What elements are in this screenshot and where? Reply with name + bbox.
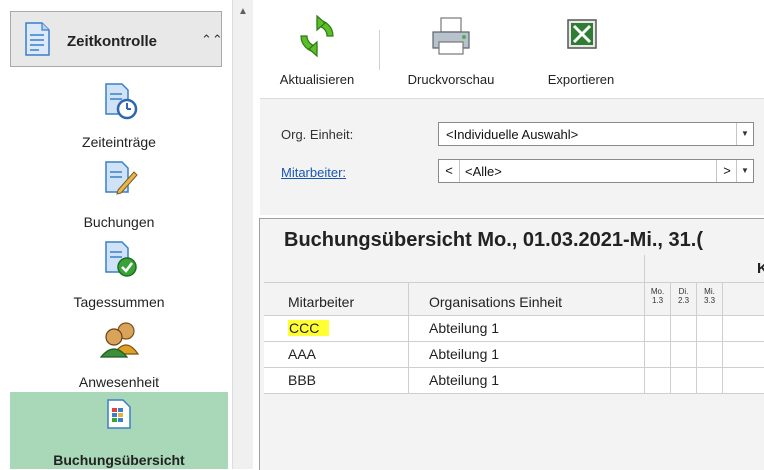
export-label: Exportieren — [547, 72, 615, 87]
document-clock-icon — [104, 82, 138, 125]
booking-overview-grid: Buchungsübersicht Mo., 01.03.2021-Mi., 3… — [259, 218, 764, 470]
highlighted-employee-name: CCC — [288, 320, 330, 336]
prev-employee-button[interactable]: < — [439, 160, 460, 182]
sidebar-item-label: Buchungen — [83, 214, 155, 230]
day-date: 3.3 — [703, 296, 716, 305]
table-day-cell[interactable] — [645, 316, 671, 342]
table-day-cell[interactable] — [645, 342, 671, 368]
column-header-day[interactable]: Mi. 3.3 — [697, 283, 723, 316]
table-day-cell[interactable] — [723, 316, 764, 342]
table-day-cell[interactable] — [697, 342, 723, 368]
export-button[interactable]: Exportieren — [531, 14, 631, 87]
dropdown-arrow-icon[interactable]: ▼ — [736, 160, 753, 182]
day-name: Di. — [678, 287, 689, 296]
refresh-button[interactable]: Aktualisieren — [267, 14, 367, 87]
users-icon — [99, 320, 140, 363]
sidebar-item-label: Anwesenheit — [78, 374, 160, 390]
table-row-org-cell[interactable]: Abteilung 1 — [409, 342, 645, 368]
print-preview-label: Druckvorschau — [407, 72, 495, 87]
sidebar-item-label: Zeiteinträge — [82, 134, 156, 150]
refresh-icon — [267, 14, 367, 58]
table-day-cell[interactable] — [645, 368, 671, 394]
toolbar: Aktualisieren Druckvorschau Exportieren — [253, 0, 764, 96]
print-preview-button[interactable]: Druckvorschau — [399, 14, 503, 87]
table-day-cell[interactable] — [671, 342, 697, 368]
refresh-label: Aktualisieren — [279, 72, 355, 87]
column-header-day[interactable]: Mo. 1.3 — [645, 283, 671, 316]
next-employee-button[interactable]: > — [716, 160, 737, 182]
employee-selector[interactable]: < <Alle> > ▼ — [438, 159, 754, 183]
table-day-cell[interactable] — [723, 368, 764, 394]
employee-link[interactable]: Mitarbeiter: — [281, 165, 346, 180]
table-day-cell[interactable] — [671, 368, 697, 394]
day-date: 2.3 — [677, 296, 690, 305]
table-row-employee-cell[interactable]: AAA — [264, 342, 409, 368]
sidebar-item-tagessummen[interactable]: Tagessummen — [10, 234, 228, 312]
sidebar: Zeitkontrolle ⌃⌃ Zeiteinträge Buchungen … — [0, 0, 232, 469]
grid-title: Buchungsübersicht Mo., 01.03.2021-Mi., 3… — [284, 229, 704, 251]
day-name: Mi. — [704, 287, 715, 296]
day-date: 1.3 — [651, 296, 664, 305]
document-check-icon — [104, 240, 138, 283]
document-pencil-icon — [104, 160, 138, 203]
sidebar-header-title: Zeitkontrolle — [67, 33, 158, 50]
sidebar-scrollbar[interactable]: ▲ — [232, 0, 254, 469]
grid-report-icon — [106, 398, 132, 435]
group-header-label: K — [645, 255, 764, 283]
dropdown-arrow-icon[interactable]: ▼ — [736, 123, 753, 145]
table-day-cell[interactable] — [697, 316, 723, 342]
excel-icon — [531, 14, 631, 58]
sidebar-item-buchungen[interactable]: Buchungen — [10, 156, 228, 234]
column-header-day[interactable]: Di. 2.3 — [671, 283, 697, 316]
sidebar-item-buchungsuebersicht[interactable]: Buchungsübersicht — [10, 392, 228, 469]
sidebar-item-label: Buchungsübersicht — [53, 452, 185, 468]
document-icon — [23, 22, 51, 61]
filter-panel: Org. Einheit: <Individuelle Auswahl> ▼ M… — [260, 98, 764, 215]
main-panel: Aktualisieren Druckvorschau Exportieren … — [253, 0, 764, 470]
sidebar-item-anwesenheit[interactable]: Anwesenheit — [10, 312, 228, 392]
org-unit-value: <Individuelle Auswahl> — [446, 127, 579, 142]
toolbar-separator — [379, 30, 380, 70]
column-header-employee[interactable]: Mitarbeiter — [264, 283, 409, 316]
table-day-cell[interactable] — [723, 342, 764, 368]
employee-value: <Alle> — [465, 164, 502, 179]
group-header-blank — [264, 255, 645, 283]
column-header-day — [723, 283, 764, 316]
table-row-employee-cell[interactable]: BBB — [264, 368, 409, 394]
table-day-cell[interactable] — [697, 368, 723, 394]
day-name: Mo. — [650, 287, 665, 296]
table-row-org-cell[interactable]: Abteilung 1 — [409, 316, 645, 342]
table-row-org-cell[interactable]: Abteilung 1 — [409, 368, 645, 394]
sidebar-header-zeitkontrolle[interactable]: Zeitkontrolle ⌃⌃ — [10, 11, 223, 67]
table-row-employee-cell[interactable]: CCC — [264, 316, 409, 342]
org-unit-label: Org. Einheit: — [281, 127, 354, 142]
sidebar-item-zeiteintraege[interactable]: Zeiteinträge — [10, 78, 228, 156]
double-chevron-up-icon[interactable]: ⌃⌃ — [201, 32, 223, 48]
printer-icon — [399, 14, 503, 58]
column-header-org-unit[interactable]: Organisations Einheit — [409, 283, 645, 316]
sidebar-item-label: Tagessummen — [73, 294, 165, 310]
table-day-cell[interactable] — [671, 316, 697, 342]
org-unit-dropdown[interactable]: <Individuelle Auswahl> ▼ — [438, 122, 754, 146]
scroll-up-arrow-icon[interactable]: ▲ — [233, 4, 253, 20]
